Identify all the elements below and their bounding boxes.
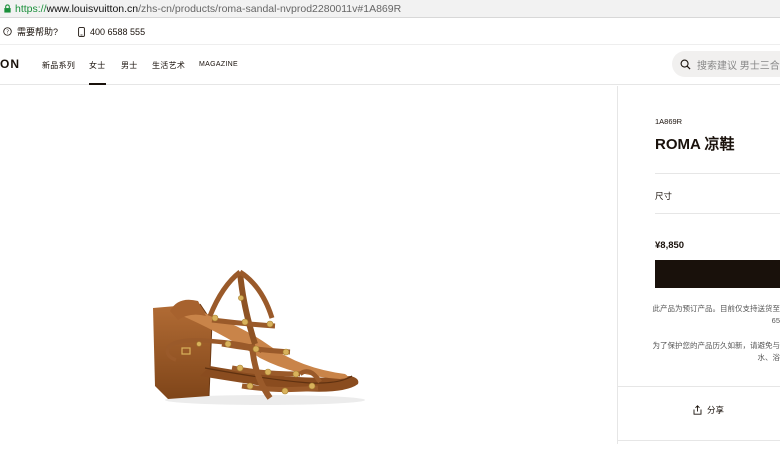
utility-bar: ? 需要帮助? 400 6588 555 [0, 19, 780, 45]
main-nav: ON 新品系列 女士 男士 生活艺术 MAGAZINE 搜索建议 男士三合一 [0, 45, 780, 85]
nav-item-men[interactable]: 男士 [121, 60, 138, 71]
product-price: ¥8,850 [655, 240, 684, 251]
help-link[interactable]: ? 需要帮助? [3, 25, 58, 38]
url-host: www.louisvuitton.cn [47, 3, 139, 15]
help-label: 需要帮助? [17, 25, 58, 38]
product-image-area[interactable] [0, 86, 618, 444]
product-title: ROMA 凉鞋 [655, 133, 734, 154]
lock-icon [3, 4, 12, 13]
nav-item-new[interactable]: 新品系列 [42, 60, 75, 71]
preorder-note-line1: 此产品为预订产品。目前仅支持送货至 [653, 303, 780, 314]
svg-text:?: ? [6, 30, 9, 36]
search-placeholder: 搜索建议 男士三合一 [697, 57, 780, 72]
phone-number: 400 6588 555 [90, 27, 145, 37]
product-info-panel: 1A869R ROMA 凉鞋 尺寸 ¥8,850 此产品为预订产品。目前仅支持送… [618, 86, 780, 444]
nav-item-art-of-living[interactable]: 生活艺术 [152, 60, 185, 71]
protect-note-line2: 水、浴 [758, 352, 780, 363]
share-icon [693, 405, 702, 415]
product-sku: 1A869R [655, 117, 682, 126]
phone-icon [78, 27, 85, 37]
share-label: 分享 [707, 404, 724, 416]
divider [618, 386, 780, 387]
nav-item-magazine[interactable]: MAGAZINE [199, 61, 238, 68]
nav-item-women[interactable]: 女士 [89, 60, 106, 71]
add-to-cart-button[interactable] [655, 260, 780, 288]
phone-link[interactable]: 400 6588 555 [78, 27, 145, 37]
sandal-image [0, 86, 618, 444]
divider [618, 440, 780, 441]
search-input[interactable]: 搜索建议 男士三合一 [672, 51, 780, 77]
search-icon [680, 59, 691, 70]
preorder-note-line2: 65 [772, 316, 780, 325]
size-selector[interactable]: 尺寸 [655, 190, 672, 202]
protect-note-line1: 为了保护您的产品历久如新，请避免与 [653, 340, 780, 351]
divider [655, 173, 780, 174]
address-bar[interactable]: https:// www.louisvuitton.cn /zhs-cn/pro… [0, 0, 780, 18]
url-scheme: https:// [15, 3, 47, 15]
share-button[interactable]: 分享 [693, 404, 724, 416]
brand-logo[interactable]: ON [0, 57, 20, 71]
url-path: /zhs-cn/products/roma-sandal-nvprod22800… [138, 3, 401, 15]
help-icon: ? [3, 27, 12, 36]
divider [655, 213, 780, 214]
